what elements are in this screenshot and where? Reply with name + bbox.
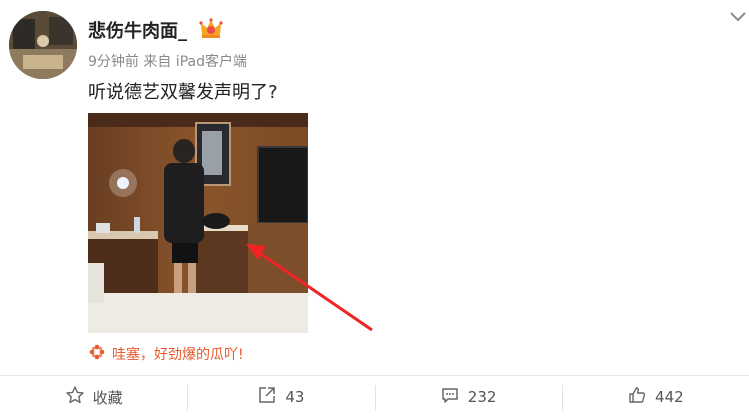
favorite-button[interactable]: 收藏 (0, 376, 187, 418)
comment-hint-text: 哇塞，好劲爆的瓜吖! (112, 347, 244, 363)
comment-hint[interactable]: 哇塞，好劲爆的瓜吖! (88, 343, 244, 365)
pinwheel-icon (88, 343, 106, 365)
comment-button[interactable]: 232 (374, 376, 562, 418)
thumbs-up-icon (627, 385, 647, 409)
repost-count: 43 (285, 388, 305, 406)
action-bar: 收藏 43 232 442 (0, 376, 749, 418)
repost-button[interactable]: 43 (187, 376, 374, 418)
share-icon (257, 385, 277, 409)
like-button[interactable]: 442 (561, 376, 749, 418)
like-count: 442 (655, 388, 684, 406)
comment-count: 232 (467, 388, 497, 406)
star-icon (65, 385, 85, 409)
favorite-label: 收藏 (92, 388, 123, 407)
comment-icon (440, 385, 460, 409)
